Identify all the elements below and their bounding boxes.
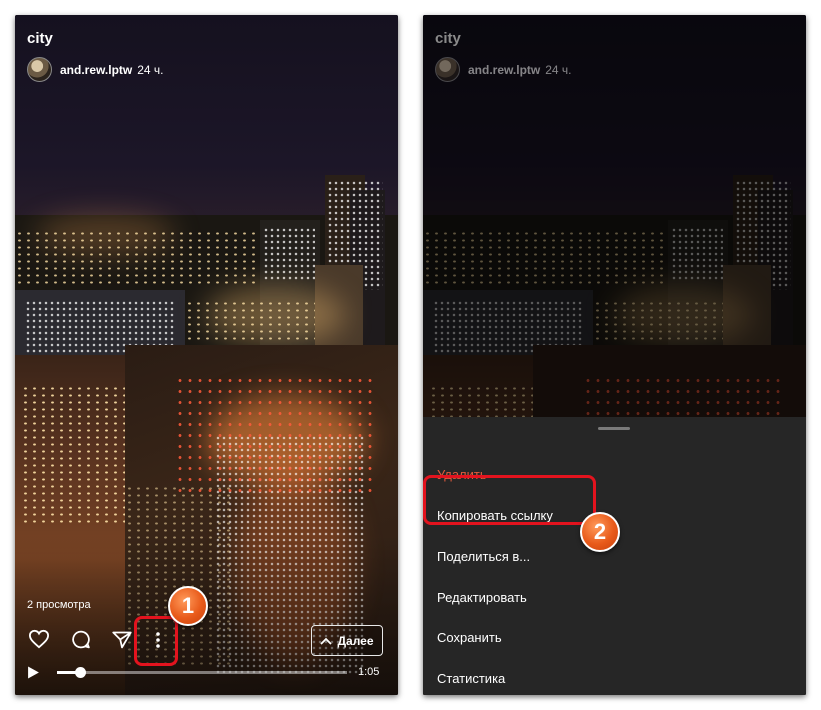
menu-item-save[interactable]: Сохранить	[437, 630, 502, 645]
story-title: city	[27, 30, 53, 47]
step-badge-2: 2	[580, 512, 620, 552]
avatar	[435, 57, 460, 82]
post-time: 24 ч.	[137, 62, 164, 77]
avatar[interactable]	[27, 57, 52, 82]
menu-item-edit[interactable]: Редактировать	[437, 590, 527, 605]
story-title: city	[435, 30, 461, 47]
options-sheet: Удалить Копировать ссылку Поделиться в..…	[423, 417, 806, 695]
highlight-copy-link	[423, 475, 596, 525]
chevron-up-icon	[320, 637, 333, 645]
comment-icon[interactable]	[70, 629, 92, 650]
step-badge-1: 1	[168, 586, 208, 626]
night-city-photo	[15, 15, 398, 695]
heart-icon[interactable]	[28, 629, 50, 649]
author-name: and.rew.lptw	[468, 62, 541, 77]
play-icon[interactable]	[27, 666, 40, 679]
progress-bar[interactable]	[57, 667, 347, 678]
next-button[interactable]: Далее	[311, 625, 383, 656]
story-viewer-left: city and.rew.lptw 24 ч. 2 просмотра Дале…	[15, 15, 398, 695]
send-icon[interactable]	[111, 629, 133, 650]
post-time: 24 ч.	[545, 62, 572, 77]
next-label: Далее	[337, 633, 374, 648]
menu-item-statistics[interactable]: Статистика	[437, 671, 505, 686]
author-row: and.rew.lptw 24 ч.	[435, 57, 572, 82]
sheet-handle[interactable]	[598, 427, 630, 430]
menu-item-share[interactable]: Поделиться в...	[437, 549, 530, 564]
highlight-more-button	[134, 616, 178, 666]
duration: 1:05	[358, 666, 380, 678]
author-name[interactable]: and.rew.lptw	[60, 63, 132, 77]
author-row[interactable]: and.rew.lptw 24 ч.	[27, 57, 164, 82]
story-viewer-right: city and.rew.lptw 24 ч. Удалить Копирова…	[423, 15, 806, 695]
view-count[interactable]: 2 просмотра	[27, 599, 91, 611]
